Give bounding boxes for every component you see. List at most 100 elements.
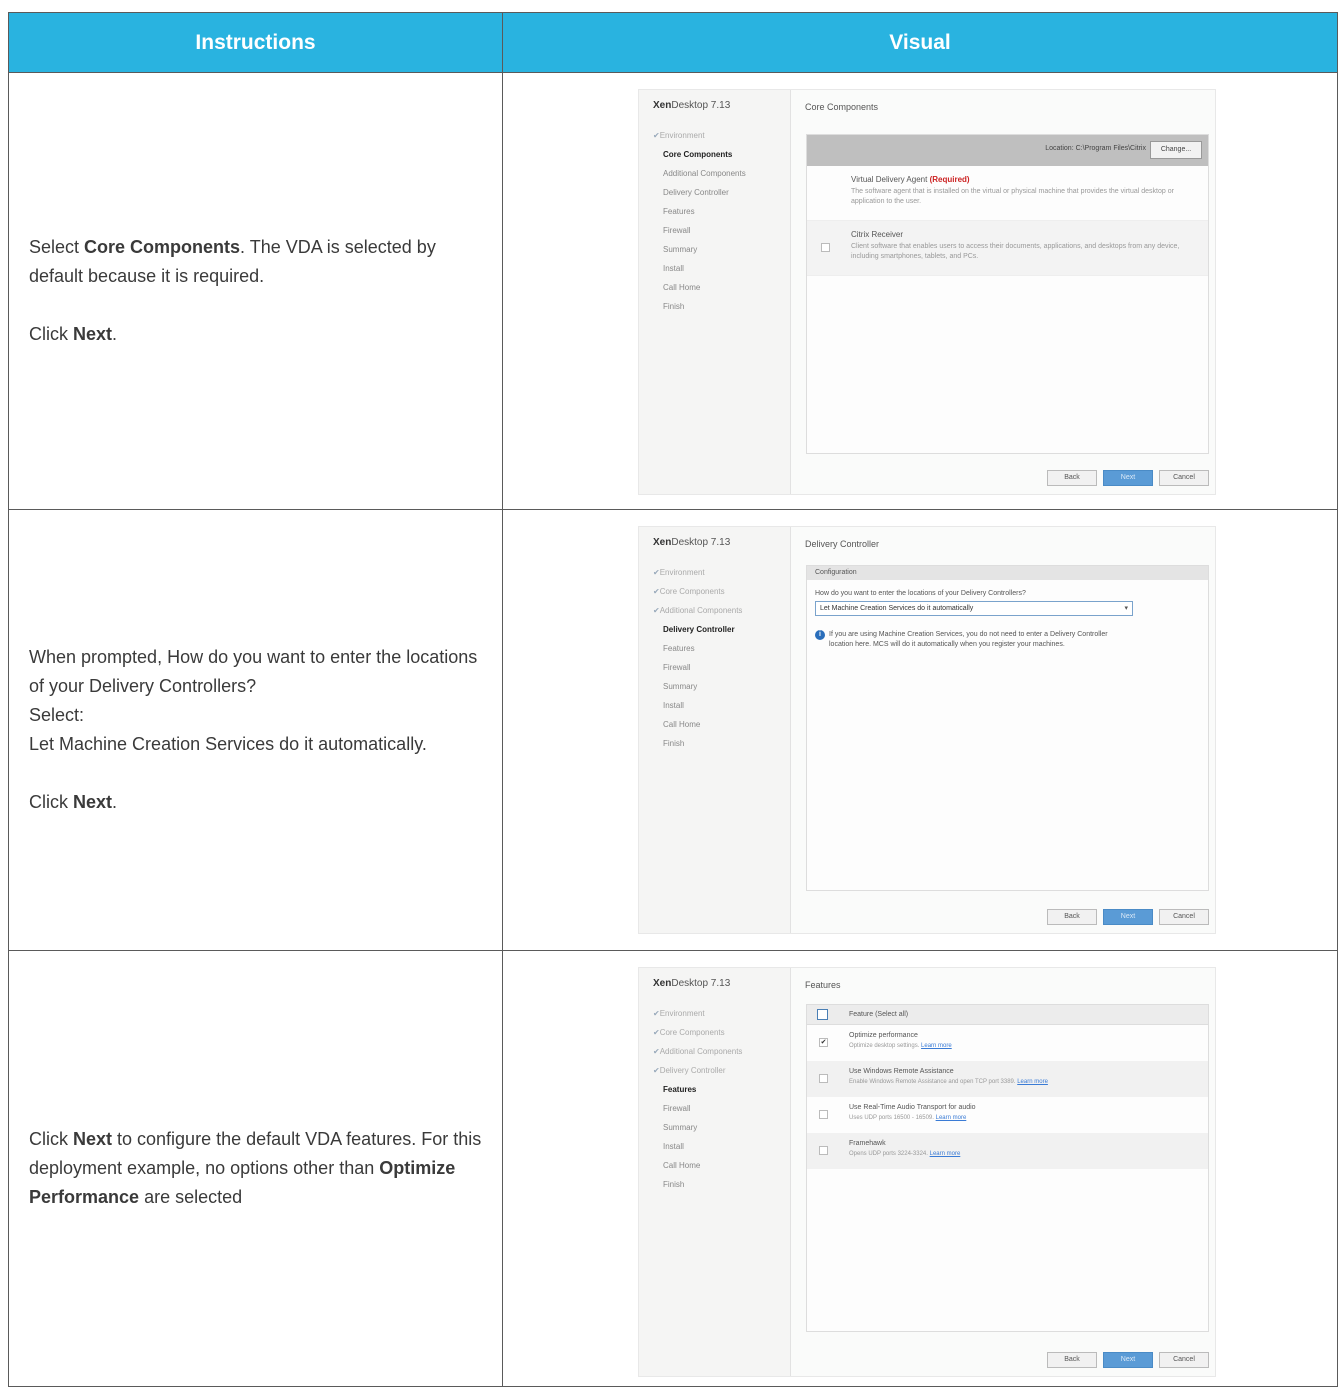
learn-more-link[interactable]: Learn more xyxy=(1017,1079,1048,1085)
instruction-run: are selected xyxy=(139,1187,243,1207)
step-item: Features xyxy=(663,207,695,216)
feature-description: Uses UDP ports 16500 - 16509. Learn more xyxy=(849,1115,967,1121)
installer-sidebar: XenDesktop 7.13 EnvironmentCore Componen… xyxy=(639,968,791,1376)
location-label: Location: C:\Program Files\Citrix xyxy=(1045,145,1146,152)
feature-row: Framehawk Opens UDP ports 3224-3324. Lear… xyxy=(807,1133,1208,1169)
step-list: EnvironmentCore ComponentsAdditional Com… xyxy=(653,563,743,753)
button-row: Back Next Cancel xyxy=(1047,1352,1209,1368)
receiver-checkbox[interactable] xyxy=(821,243,830,252)
step-item: Summary xyxy=(663,682,698,691)
step-item: Finish xyxy=(663,739,685,748)
configuration-header: Configuration xyxy=(807,566,1208,580)
step-item: Delivery Controller xyxy=(653,1061,742,1080)
vda-title: Virtual Delivery Agent xyxy=(851,175,928,184)
step-item: Firewall xyxy=(663,1104,691,1113)
learn-more-link[interactable]: Learn more xyxy=(936,1115,967,1121)
page-title: Core Components xyxy=(805,102,879,112)
next-button[interactable]: Next xyxy=(1103,1352,1153,1368)
instruction-paragraph: Click Next to configure the default VDA … xyxy=(29,1125,482,1212)
step-item: Finish xyxy=(663,302,685,311)
back-button[interactable]: Back xyxy=(1047,470,1097,486)
step-item: Core Components xyxy=(663,150,733,159)
step-list: Environment Core Components Additional Com… xyxy=(653,126,746,316)
instruction-paragraph: Click Next. xyxy=(29,788,482,817)
instructions-table: Instructions Visual Select Core Componen… xyxy=(8,12,1338,1387)
step-list: EnvironmentCore ComponentsAdditional Com… xyxy=(653,1004,743,1194)
installer-main: Delivery Controller Configuration How do… xyxy=(792,527,1215,933)
installer-sidebar: XenDesktop 7.13 EnvironmentCore Componen… xyxy=(639,90,791,494)
back-button[interactable]: Back xyxy=(1047,909,1097,925)
feature-checkbox[interactable]: ✔ xyxy=(819,1038,828,1047)
step-item: Environment xyxy=(653,126,746,145)
feature-row: Use Windows Remote Assistance Enable Wind… xyxy=(807,1061,1208,1097)
step-item: Delivery Controller xyxy=(663,625,735,634)
next-button[interactable]: Next xyxy=(1103,909,1153,925)
cancel-button[interactable]: Cancel xyxy=(1159,909,1209,925)
receiver-description: Client software that enables users to ac… xyxy=(851,243,1180,260)
page-title: Features xyxy=(805,980,841,990)
installer-main: Features Feature (Select all) ✔ Optimize … xyxy=(792,968,1215,1376)
feature-description: Enable Windows Remote Assistance and ope… xyxy=(849,1079,1048,1085)
next-button[interactable]: Next xyxy=(1103,470,1153,486)
required-badge: (Required) xyxy=(929,175,970,184)
step-item: Install xyxy=(663,1142,684,1151)
instruction-text-delivery-controller: When prompted, How do you want to enter … xyxy=(9,643,502,817)
back-button[interactable]: Back xyxy=(1047,1352,1097,1368)
feature-checkbox[interactable] xyxy=(819,1074,828,1083)
features-panel: Feature (Select all) ✔ Optimize performan… xyxy=(806,1004,1209,1332)
selected-option: Let Machine Creation Services do it auto… xyxy=(820,605,974,612)
emphasis-text: Next xyxy=(73,792,113,812)
feature-checkbox[interactable] xyxy=(819,1146,828,1155)
step-item: Finish xyxy=(663,1180,685,1189)
installer-main: Core Components Location: C:\Program Fil… xyxy=(792,90,1215,494)
feature-description: Opens UDP ports 3224-3324. Learn more xyxy=(849,1151,961,1157)
page-title: Delivery Controller xyxy=(805,539,880,549)
info-icon: i xyxy=(815,630,825,640)
step-item: Environment xyxy=(653,563,742,582)
step-item: Firewall xyxy=(663,663,691,672)
instruction-run: Select: xyxy=(29,705,85,725)
step-item: Summary xyxy=(663,1123,698,1132)
step-item: Core Components xyxy=(653,582,742,601)
emphasis-text: Next xyxy=(73,1129,113,1149)
instruction-paragraph: When prompted, How do you want to enter … xyxy=(29,643,482,701)
step-item: Call Home xyxy=(663,283,701,292)
component-row-receiver: Citrix Receiver Client software that ena… xyxy=(807,221,1208,276)
change-button[interactable]: Change... xyxy=(1150,141,1202,159)
controller-question: How do you want to enter the locations o… xyxy=(815,590,1026,597)
vda-description: The software agent that is installed on … xyxy=(851,188,1174,205)
installer-sidebar: XenDesktop 7.13 EnvironmentCore Componen… xyxy=(639,527,791,933)
step-item: Summary xyxy=(663,245,698,254)
cancel-button[interactable]: Cancel xyxy=(1159,470,1209,486)
step-item: Additional Components xyxy=(663,169,746,178)
button-row: Back Next Cancel xyxy=(1047,470,1209,486)
controller-location-select[interactable]: Let Machine Creation Services do it auto… xyxy=(815,601,1133,616)
learn-more-link[interactable]: Learn more xyxy=(930,1151,961,1157)
instruction-paragraph: Click Next. xyxy=(29,320,482,349)
learn-more-link[interactable]: Learn more xyxy=(921,1043,952,1049)
component-row-vda: Virtual Delivery Agent (Required) The so… xyxy=(807,166,1208,221)
step-item: Firewall xyxy=(663,226,691,235)
step-item: Core Components xyxy=(653,1023,742,1042)
visual-header: Visual xyxy=(502,12,1338,73)
installer-screenshot-features: XenDesktop 7.13 EnvironmentCore Componen… xyxy=(638,967,1216,1377)
instruction-run: Click xyxy=(29,324,73,344)
instruction-run: . xyxy=(112,792,118,812)
instruction-paragraph: Let Machine Creation Services do it auto… xyxy=(29,730,482,759)
info-text: If you are using Machine Creation Servic… xyxy=(829,631,1108,648)
step-item: Environment xyxy=(653,1004,742,1023)
cancel-button[interactable]: Cancel xyxy=(1159,1352,1209,1368)
step-item: Features xyxy=(663,1085,697,1094)
feature-checkbox[interactable] xyxy=(819,1110,828,1119)
components-panel: Location: C:\Program Files\Citrix Change… xyxy=(806,134,1209,454)
step-item: Additional Components xyxy=(653,1042,743,1061)
step-item: Install xyxy=(663,264,684,273)
feature-row: ✔ Optimize performance Optimize desktop se… xyxy=(807,1025,1208,1061)
info-note: i If you are using Machine Creation Serv… xyxy=(815,630,1208,650)
step-item: Delivery Controller xyxy=(663,188,729,197)
select-all-checkbox[interactable] xyxy=(817,1009,828,1020)
brand-logo: XenDesktop 7.13 xyxy=(653,537,731,548)
button-row: Back Next Cancel xyxy=(1047,909,1209,925)
